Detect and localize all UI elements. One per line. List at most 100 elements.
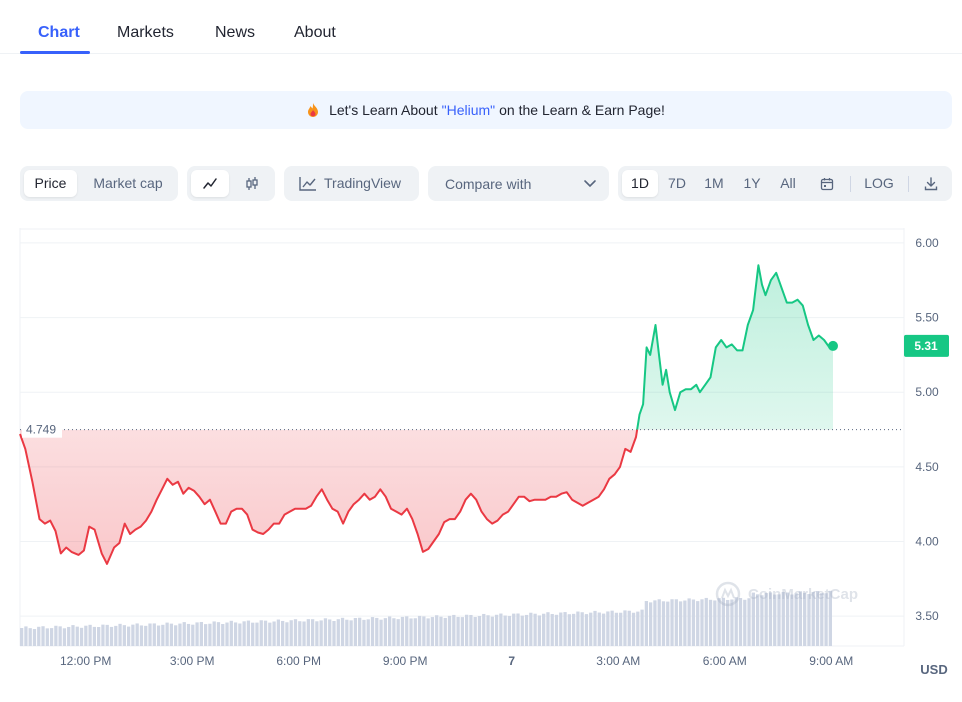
toolbar-divider — [850, 176, 851, 192]
volume-bar — [494, 614, 499, 646]
volume-bar — [734, 597, 738, 646]
volume-bar — [229, 620, 233, 646]
volume-bar — [298, 621, 302, 646]
learn-earn-banner[interactable]: Let's Learn About "Helium" on the Learn … — [20, 91, 952, 129]
tab-news[interactable]: News — [215, 24, 255, 42]
tab-bar: Chart Markets News About — [0, 0, 962, 54]
volume-bar — [713, 600, 717, 646]
volume-bar — [743, 599, 747, 646]
download-button[interactable] — [914, 170, 948, 197]
volume-bar — [148, 623, 152, 646]
range-1y-button[interactable]: 1Y — [735, 170, 769, 197]
volume-bar — [289, 620, 293, 646]
x-tick-label: 7 — [508, 654, 515, 668]
volume-bar — [631, 612, 636, 646]
volume-bar — [593, 610, 597, 646]
volume-bar — [182, 622, 186, 646]
volume-bar — [422, 616, 426, 646]
calendar-button[interactable] — [810, 170, 844, 197]
x-tick-label: 3:00 PM — [170, 654, 215, 668]
volume-bar — [263, 620, 268, 646]
volume-bar — [473, 617, 477, 646]
price-chart[interactable]: CoinMarketCap 4.749 6.00 5.50 5.00 4.50 4.00… — [0, 228, 962, 697]
volume-bar — [670, 599, 674, 646]
volume-bar — [542, 613, 546, 646]
volume-bar — [499, 613, 503, 646]
volume-bar — [537, 615, 542, 646]
chevron-down-icon — [584, 180, 596, 188]
volume-bar — [28, 628, 32, 646]
candlestick-icon — [246, 177, 258, 191]
price-button[interactable]: Price — [24, 170, 77, 197]
volume-bar — [571, 613, 576, 646]
reference-price-text: 4.749 — [26, 423, 56, 437]
tab-about[interactable]: About — [294, 24, 336, 42]
volume-bar — [396, 619, 400, 646]
volume-bar — [109, 626, 114, 646]
volume-bar — [580, 612, 584, 646]
chart-type-toggle — [187, 166, 275, 201]
volume-bar — [285, 622, 289, 646]
log-scale-button[interactable]: LOG — [858, 170, 900, 197]
y-tick-label: 3.50 — [915, 609, 939, 623]
candlestick-button[interactable] — [233, 170, 271, 197]
volume-bar — [191, 624, 195, 646]
volume-bar — [144, 625, 148, 646]
volume-bar — [614, 612, 619, 646]
volume-bar — [717, 598, 721, 646]
compare-with-dropdown[interactable]: Compare with — [428, 166, 609, 201]
volume-bar — [559, 612, 563, 646]
volume-bar — [375, 617, 379, 646]
volume-bar — [426, 618, 430, 646]
tab-markets[interactable]: Markets — [117, 24, 174, 42]
tradingview-button[interactable]: TradingView — [284, 166, 419, 201]
currency-label: USD — [920, 662, 947, 677]
x-tick-label: 9:00 PM — [383, 654, 428, 668]
volume-bar — [666, 601, 670, 646]
volume-bar — [362, 619, 366, 646]
volume-bar — [465, 614, 469, 646]
volume-bar — [520, 615, 524, 646]
volume-bar — [704, 597, 708, 646]
tab-chart[interactable]: Chart — [38, 24, 80, 42]
range-1m-button[interactable]: 1M — [696, 170, 732, 197]
volume-bar — [67, 626, 71, 646]
volume-bar — [516, 613, 520, 646]
volume-bar — [259, 620, 263, 646]
volume-bar — [606, 611, 610, 646]
volume-bar — [178, 623, 182, 646]
volume-bar — [683, 600, 687, 646]
volume-bar — [62, 628, 67, 646]
volume-bar — [387, 616, 392, 646]
x-tick-label: 6:00 PM — [276, 654, 321, 668]
volume-bar — [101, 624, 105, 646]
volume-bar — [32, 629, 37, 646]
volume-bar — [79, 627, 84, 646]
volume-bar — [533, 613, 537, 646]
coinmarketcap-watermark: CoinMarketCap — [715, 581, 858, 607]
volume-bar — [349, 620, 353, 646]
volume-bar — [161, 624, 165, 646]
line-chart-button[interactable] — [191, 170, 229, 197]
market-cap-button[interactable]: Market cap — [83, 170, 173, 197]
time-range-toggle: 1D 7D 1M 1Y All LOG — [618, 166, 952, 201]
range-all-button[interactable]: All — [771, 170, 805, 197]
volume-bar — [550, 614, 554, 646]
active-tab-indicator — [20, 51, 90, 54]
volume-bar — [490, 616, 494, 646]
price-chart-svg[interactable]: CoinMarketCap 4.749 6.00 5.50 5.00 4.50 4.00… — [0, 228, 962, 697]
volume-bar — [507, 615, 512, 646]
range-1d-button[interactable]: 1D — [622, 170, 658, 197]
range-7d-button[interactable]: 7D — [660, 170, 694, 197]
volume-bar — [340, 617, 345, 646]
volume-bar — [332, 621, 336, 646]
volume-bar — [649, 602, 653, 646]
volume-bar — [589, 612, 593, 646]
volume-bar — [105, 624, 109, 646]
volume-bar — [477, 616, 482, 646]
banner-highlight-link[interactable]: "Helium" — [442, 102, 496, 118]
volume-bar — [54, 625, 58, 646]
y-tick-label: 4.50 — [915, 460, 939, 474]
volume-bar — [174, 625, 178, 646]
volume-bar — [597, 612, 601, 646]
